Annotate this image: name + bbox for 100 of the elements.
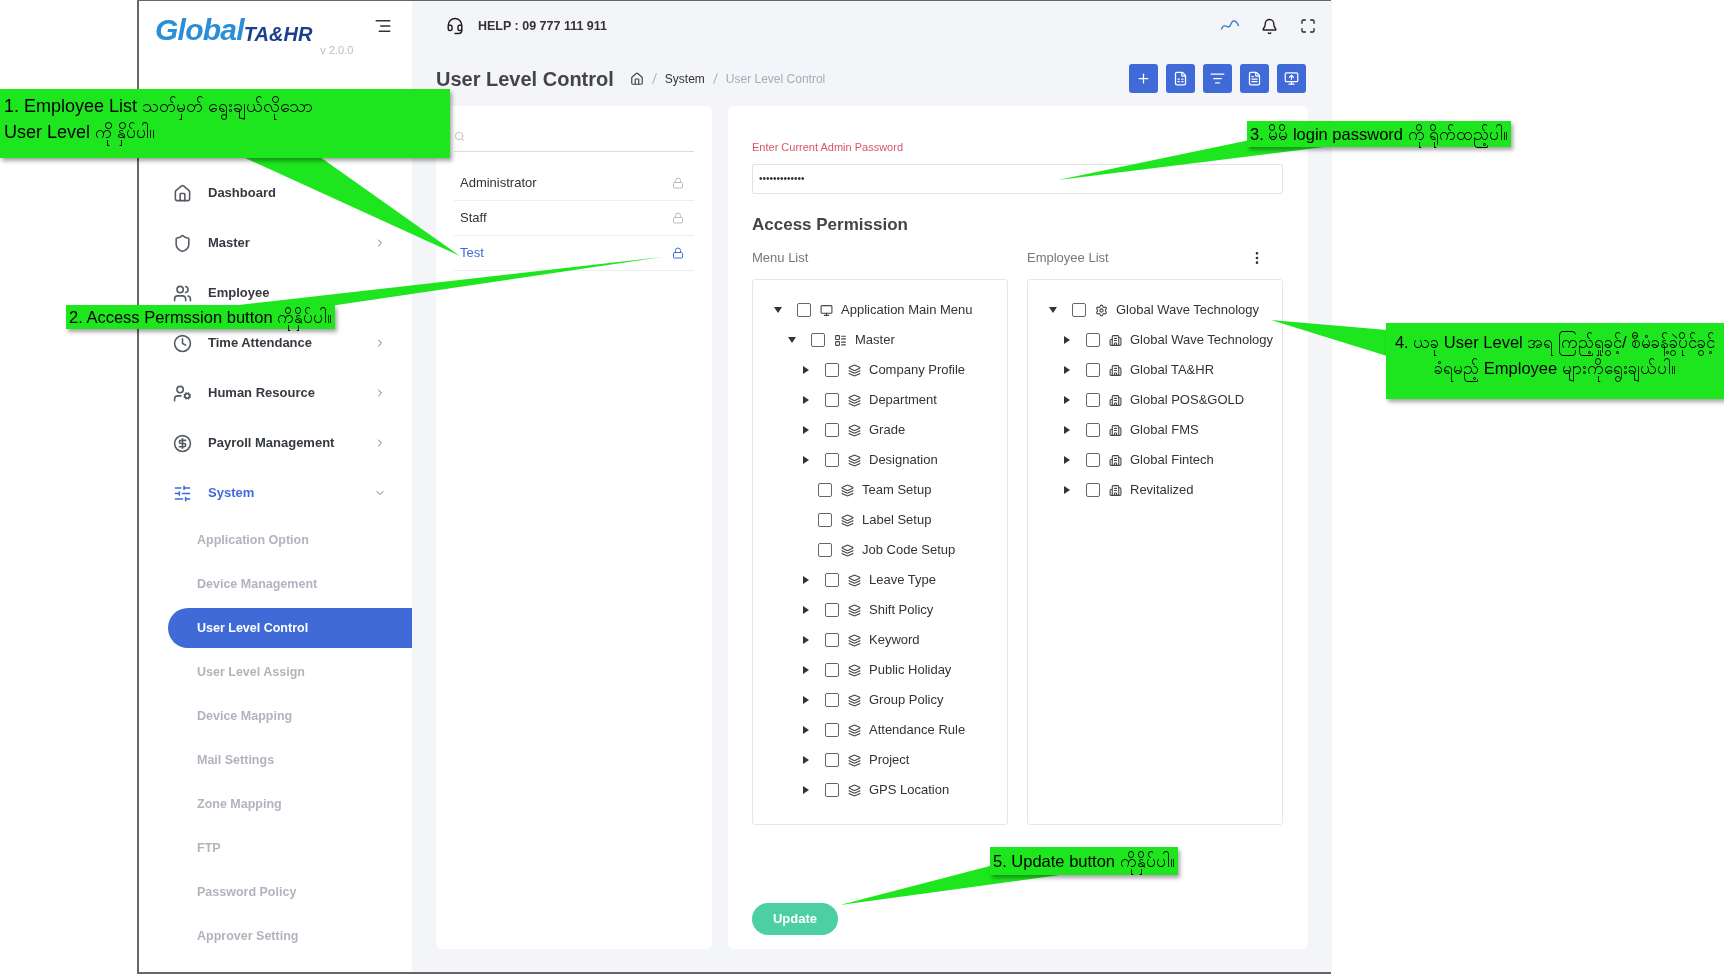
caret-icon[interactable] bbox=[1063, 366, 1071, 374]
sidebar-item[interactable]: Employee bbox=[139, 281, 412, 305]
tree-label[interactable]: Global Fintech bbox=[1130, 450, 1214, 470]
home-icon[interactable] bbox=[629, 71, 644, 86]
tree-label[interactable]: Global Wave Technology bbox=[1130, 330, 1274, 350]
sidebar-item[interactable]: Payroll Management bbox=[139, 431, 412, 455]
sidebar-item[interactable]: System bbox=[139, 481, 412, 505]
tree-label[interactable]: Shift Policy bbox=[869, 600, 934, 620]
caret-icon[interactable] bbox=[802, 666, 810, 674]
tree-label[interactable]: Project bbox=[869, 750, 910, 770]
checkbox[interactable] bbox=[825, 393, 839, 407]
caret-icon[interactable] bbox=[802, 426, 810, 434]
caret-icon[interactable] bbox=[1063, 426, 1071, 434]
checkbox[interactable] bbox=[825, 693, 839, 707]
tree-label[interactable]: Department bbox=[869, 390, 937, 410]
checkbox[interactable] bbox=[825, 573, 839, 587]
sliders-icon bbox=[173, 483, 192, 503]
tree-label[interactable]: Global Wave Technology bbox=[1116, 300, 1260, 320]
checkbox[interactable] bbox=[818, 513, 832, 527]
bell-icon[interactable] bbox=[1261, 17, 1278, 35]
tree-label[interactable]: Keyword bbox=[869, 630, 920, 650]
checkbox[interactable] bbox=[1086, 453, 1100, 467]
tree-label[interactable]: Global POS&GOLD bbox=[1130, 390, 1245, 410]
export-button[interactable] bbox=[1166, 64, 1195, 93]
filter-button[interactable] bbox=[1203, 64, 1232, 93]
layers-icon bbox=[848, 693, 861, 707]
sidebar-subitem[interactable]: User Level Control bbox=[168, 608, 412, 648]
caret-icon[interactable] bbox=[802, 786, 810, 794]
caret-icon[interactable] bbox=[774, 306, 782, 314]
tree-label[interactable]: Label Setup bbox=[862, 510, 932, 530]
tree-label[interactable]: Master bbox=[855, 330, 895, 350]
checkbox[interactable] bbox=[825, 783, 839, 797]
tree-label[interactable]: Team Setup bbox=[862, 480, 932, 500]
add-button[interactable] bbox=[1129, 64, 1158, 93]
sidebar-item[interactable]: Dashboard bbox=[139, 181, 412, 205]
tree-label[interactable]: Application Main Menu bbox=[841, 300, 973, 320]
caret-icon[interactable] bbox=[802, 366, 810, 374]
checkbox[interactable] bbox=[1086, 333, 1100, 347]
checkbox[interactable] bbox=[818, 543, 832, 557]
breadcrumb-link[interactable]: System bbox=[664, 69, 705, 88]
fullscreen-icon[interactable] bbox=[1300, 18, 1316, 34]
caret-icon[interactable] bbox=[1049, 306, 1057, 314]
checkbox[interactable] bbox=[1086, 483, 1100, 497]
menu-icon[interactable] bbox=[374, 17, 392, 35]
tree-label[interactable]: Public Holiday bbox=[869, 660, 952, 680]
tree-label[interactable]: Designation bbox=[869, 450, 938, 470]
caret-icon[interactable] bbox=[802, 576, 810, 584]
sidebar-item[interactable]: Human Resource bbox=[139, 381, 412, 405]
tree-label[interactable]: GPS Location bbox=[869, 780, 950, 800]
caret-icon[interactable] bbox=[802, 726, 810, 734]
checkbox[interactable] bbox=[1086, 423, 1100, 437]
checkbox[interactable] bbox=[1072, 303, 1086, 317]
checkbox[interactable] bbox=[825, 423, 839, 437]
checkbox[interactable] bbox=[1086, 393, 1100, 407]
checkbox[interactable] bbox=[818, 483, 832, 497]
tree-label[interactable]: Leave Type bbox=[869, 570, 936, 590]
checkbox[interactable] bbox=[1086, 363, 1100, 377]
signature-icon[interactable] bbox=[1219, 19, 1241, 33]
checkbox[interactable] bbox=[825, 663, 839, 677]
caret-icon[interactable] bbox=[1063, 336, 1071, 344]
checkbox[interactable] bbox=[811, 333, 825, 347]
caret-icon[interactable] bbox=[802, 396, 810, 404]
caret-icon[interactable] bbox=[1063, 456, 1071, 464]
tree-label[interactable]: Attendance Rule bbox=[869, 720, 966, 740]
checkbox[interactable] bbox=[825, 723, 839, 737]
callout-note: 1. Employee List သတ်မှတ် ရွေးချယ်လိုသော User Level ကို နှိပ်ပါ။ bbox=[0, 89, 450, 158]
gear-icon bbox=[1095, 303, 1108, 317]
spreadsheet-icon bbox=[1173, 71, 1188, 86]
sidebar-item[interactable]: Master bbox=[139, 231, 412, 255]
caret-icon[interactable] bbox=[1063, 486, 1071, 494]
tree-label[interactable]: Revitalized bbox=[1130, 480, 1194, 500]
tree-label[interactable]: Job Code Setup bbox=[862, 540, 956, 560]
user-level-item[interactable]: Administrator bbox=[454, 166, 694, 201]
checkbox[interactable] bbox=[825, 603, 839, 617]
caret-icon[interactable] bbox=[802, 636, 810, 644]
caret-icon[interactable] bbox=[802, 456, 810, 464]
caret-icon[interactable] bbox=[1063, 396, 1071, 404]
tree-label[interactable]: Group Policy bbox=[869, 690, 944, 710]
checkbox[interactable] bbox=[797, 303, 811, 317]
home-icon bbox=[173, 183, 192, 203]
tree-label[interactable]: Company Profile bbox=[869, 360, 966, 380]
caret-icon[interactable] bbox=[802, 606, 810, 614]
checkbox[interactable] bbox=[825, 363, 839, 377]
import-button[interactable] bbox=[1277, 64, 1306, 93]
tree-label[interactable]: Global TA&HR bbox=[1130, 360, 1215, 380]
user-level-item[interactable]: Staff bbox=[454, 201, 694, 236]
tree-label[interactable]: Global FMS bbox=[1130, 420, 1199, 440]
version-label: v 2.0.0 bbox=[320, 43, 354, 58]
layers-icon bbox=[848, 783, 861, 797]
password-field[interactable]: ••••••••••••• bbox=[752, 163, 1283, 194]
checkbox[interactable] bbox=[825, 453, 839, 467]
checkbox[interactable] bbox=[825, 633, 839, 647]
help-text: HELP : 09 777 111 911 bbox=[478, 17, 608, 35]
caret-icon[interactable] bbox=[802, 696, 810, 704]
tree-label[interactable]: Grade bbox=[869, 420, 906, 440]
checkbox[interactable] bbox=[825, 753, 839, 767]
caret-icon[interactable] bbox=[788, 336, 796, 344]
report-button[interactable] bbox=[1240, 64, 1269, 93]
sidebar-item[interactable]: Time Attendance bbox=[139, 331, 412, 355]
caret-icon[interactable] bbox=[802, 756, 810, 764]
